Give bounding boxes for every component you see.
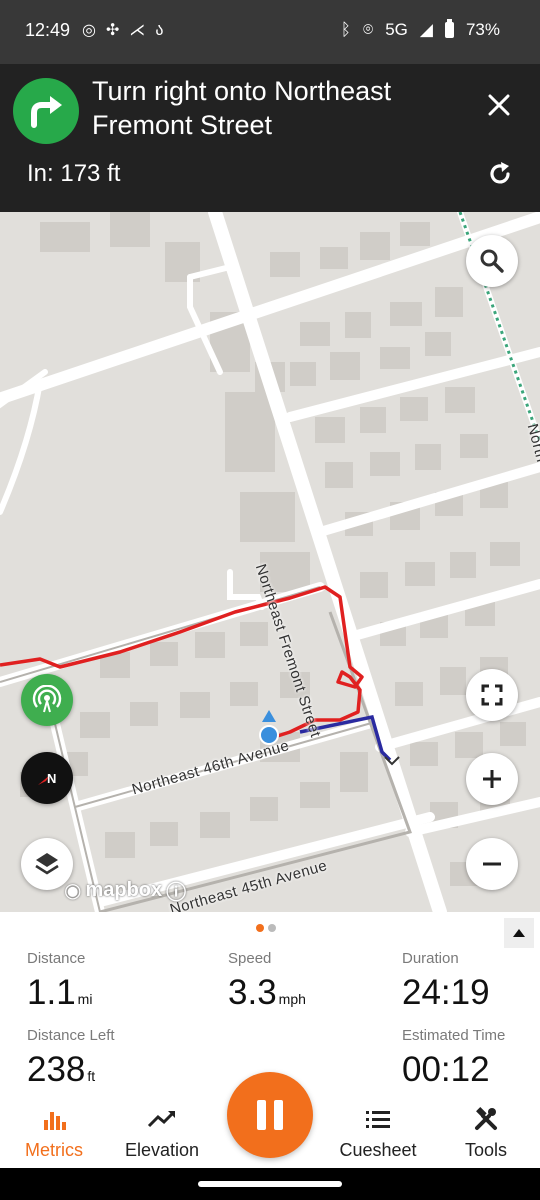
metric-value: 00:12	[402, 1050, 490, 1089]
close-icon	[488, 94, 510, 116]
plus-icon	[483, 770, 501, 788]
metric-value: 24:19	[402, 973, 490, 1012]
bluetooth-icon: ᛒ	[340, 20, 351, 39]
cycling-icon: ა	[155, 22, 164, 39]
trend-icon	[147, 1110, 176, 1128]
map-view[interactable]: Northeast Fremont Street Northeast 46th …	[0, 212, 540, 912]
map-search-button[interactable]	[466, 235, 518, 287]
minus-icon	[483, 862, 501, 866]
tab-label: Tools	[464, 1140, 508, 1160]
metric-label: Duration	[402, 950, 459, 967]
tab-elevation[interactable]: Elevation	[108, 1104, 216, 1161]
signal-icon: ◢	[419, 20, 433, 39]
home-handle[interactable]	[198, 1181, 342, 1187]
tab-tools[interactable]: Tools	[432, 1104, 540, 1161]
tab-label: Cuesheet	[339, 1140, 417, 1160]
metric-value: 3.3	[228, 973, 277, 1012]
metric-speed: Speed 3.3 mph	[228, 950, 306, 1013]
battery-percent: 73%	[465, 20, 500, 39]
layers-icon	[35, 853, 59, 875]
gesture-navigation-bar	[0, 1168, 540, 1200]
metric-label: Estimated Time	[402, 1027, 506, 1044]
status-bar: 12:49 ◎ ✣ ⋌ ა ᛒ ⌾ 5G ◢ 73%	[0, 0, 540, 64]
list-icon	[366, 1111, 390, 1128]
tab-metrics[interactable]: Metrics	[0, 1104, 108, 1161]
whatsapp-icon: ◎	[82, 22, 96, 39]
metric-duration: Duration 24:19	[402, 950, 490, 1013]
search-icon	[480, 249, 504, 273]
metric-unit: ft	[87, 1068, 96, 1084]
mapbox-attribution[interactable]: ◉ mapbox ⓘ	[64, 876, 186, 905]
battery-icon	[444, 19, 454, 38]
reroute-button[interactable]	[486, 160, 514, 188]
chevron-up-icon	[513, 929, 525, 937]
turn-instruction: Turn right onto Northeast Fremont Street	[92, 76, 392, 140]
mapbox-logo-icon: ◉	[64, 880, 82, 902]
metric-unit: mi	[77, 991, 93, 1007]
tab-label: Metrics	[25, 1140, 83, 1160]
close-navigation-button[interactable]	[484, 90, 514, 120]
tab-label: Elevation	[124, 1140, 200, 1160]
metric-label: Distance Left	[27, 1027, 115, 1044]
tools-icon	[475, 1107, 497, 1130]
metric-estimated-time: Estimated Time 00:12	[402, 1027, 505, 1090]
pause-icon	[257, 1100, 266, 1130]
compass-button[interactable]: N	[21, 752, 73, 804]
refresh-icon	[490, 162, 510, 184]
compass-icon: N	[38, 771, 56, 786]
svg-text:N: N	[47, 771, 56, 786]
info-icon[interactable]: ⓘ	[166, 876, 186, 905]
metric-distance-left: Distance Left 238 ft	[27, 1027, 115, 1090]
location-icon: ⌾	[363, 20, 374, 39]
metric-unit: mph	[278, 991, 306, 1007]
broadcast-icon	[32, 685, 62, 713]
page-indicator	[256, 924, 276, 932]
strava-icon: ⋌	[129, 22, 146, 39]
bar-chart-icon	[44, 1112, 66, 1130]
metric-label: Distance	[27, 950, 86, 967]
pause-recording-button[interactable]	[227, 1072, 313, 1158]
zoom-in-button[interactable]	[466, 753, 518, 805]
fullscreen-button[interactable]	[466, 669, 518, 721]
metric-label: Speed	[228, 950, 272, 967]
navigation-banner: Turn right onto Northeast Fremont Street…	[0, 64, 540, 212]
map-canvas	[0, 212, 540, 912]
slack-icon: ✣	[105, 22, 120, 39]
network-type: 5G	[385, 20, 408, 39]
metric-value: 238	[27, 1050, 86, 1089]
fullscreen-icon	[481, 684, 503, 706]
turn-right-icon	[13, 78, 79, 144]
tab-cuesheet[interactable]: Cuesheet	[324, 1104, 432, 1161]
page-dot-1	[256, 924, 264, 932]
page-dot-2	[268, 924, 276, 932]
metric-distance: Distance 1.1 mi	[27, 950, 92, 1013]
status-time: 12:49	[25, 20, 71, 40]
metric-value: 1.1	[27, 973, 76, 1012]
zoom-out-button[interactable]	[466, 838, 518, 890]
collapse-panel-button[interactable]	[504, 918, 534, 948]
distance-to-turn: In: 173 ft	[27, 160, 121, 187]
live-tracking-button[interactable]	[21, 674, 73, 726]
mapbox-wordmark: mapbox	[85, 879, 163, 901]
